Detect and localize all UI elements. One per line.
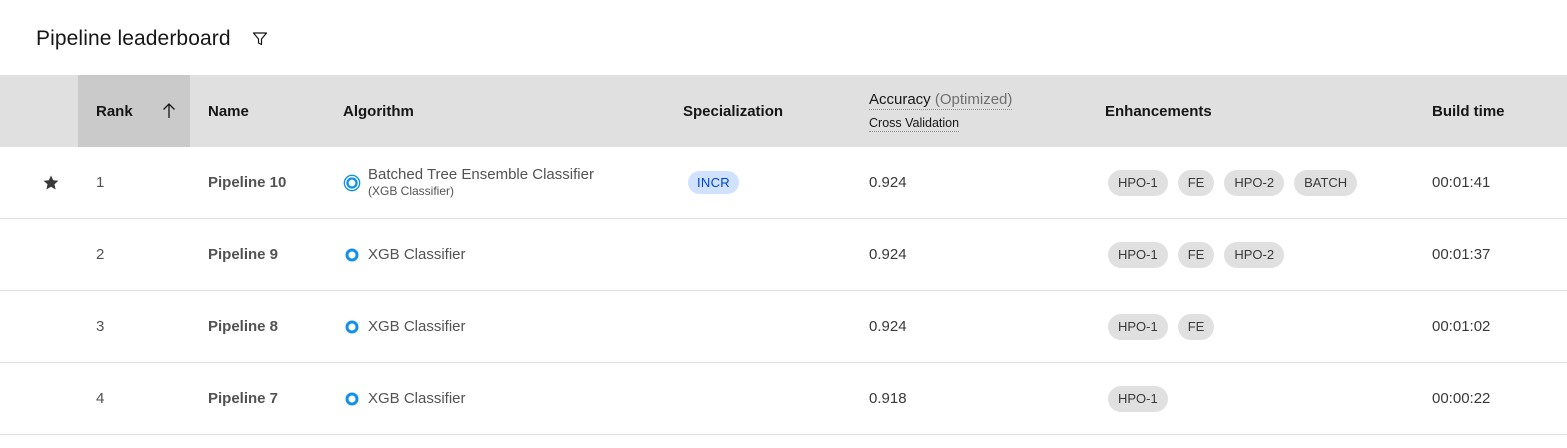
algorithm-name: Batched Tree Ensemble Classifier [368,165,594,183]
column-header-rank[interactable]: Rank [78,75,190,147]
algorithm-icon [343,318,361,336]
accuracy-qualifier: (Optimized) [934,90,1013,108]
page-title: Pipeline leaderboard [36,27,231,50]
column-header-enhancements-label: Enhancements [1105,102,1212,120]
star-icon [42,147,60,218]
algorithm-icon [343,390,361,408]
enhancement-tag: HPO-2 [1224,169,1285,196]
cross-validation-label[interactable]: Cross Validation [869,116,960,132]
rank-value: 3 [96,318,105,335]
algorithm-subtitle: (XGB Classifier) [368,183,455,198]
algorithm-name: XGB Classifier [368,318,466,335]
algorithm-cell: XGB Classifier [343,219,466,290]
enhancement-tag: HPO-1 [1108,241,1168,268]
build-time-value: 00:01:37 [1432,246,1491,263]
specialization-tag: INCR [688,171,739,194]
column-header-rank-label: Rank [96,102,133,120]
algorithm-icon [343,246,361,264]
table-row[interactable]: 3 Pipeline 8 XGB Classifier 0.924 HPO-1 … [0,291,1567,363]
enhancement-tag: BATCH [1294,169,1358,196]
table-row[interactable]: 1 Pipeline 10 Batched Tree Ensemble Clas… [0,147,1567,219]
algorithm-cell: XGB Classifier [343,363,466,434]
build-time-value: 00:01:41 [1432,174,1491,191]
arrow-up-icon[interactable] [160,102,178,120]
algorithm-name: XGB Classifier [368,390,466,407]
filter-icon[interactable] [251,30,269,48]
table-row[interactable]: 2 Pipeline 9 XGB Classifier 0.924 HPO-1 … [0,219,1567,291]
algorithm-name: XGB Classifier [368,246,466,263]
enhancement-tag: HPO-1 [1108,169,1168,196]
enhancements-cell: HPO-1 FE HPO-2 [1108,219,1285,290]
leaderboard-table: Rank Name Algorithm Specialization Accur… [0,75,1567,435]
column-header-accuracy[interactable]: Accuracy (Optimized) Cross Validation [869,75,1013,147]
column-header-name-label: Name [208,102,249,120]
rank-value: 4 [96,390,105,407]
column-header-build-time[interactable]: Build time [1432,75,1505,147]
column-header-specialization-label: Specialization [683,102,784,120]
table-header: Rank Name Algorithm Specialization Accur… [0,75,1567,147]
accuracy-metric-label[interactable]: Accuracy (Optimized) [869,90,1013,110]
pipeline-name[interactable]: Pipeline 7 [208,363,278,434]
pipeline-name[interactable]: Pipeline 8 [208,291,278,362]
enhancement-tag: HPO-2 [1224,241,1285,268]
pipeline-name[interactable]: Pipeline 10 [208,147,286,218]
enhancement-tag: FE [1177,313,1215,340]
column-header-specialization[interactable]: Specialization [683,75,783,147]
enhancement-tag: HPO-1 [1108,313,1168,340]
enhancement-tag: FE [1177,169,1215,196]
leaderboard-header: Pipeline leaderboard [36,24,269,54]
enhancements-cell: HPO-1 [1108,363,1168,434]
build-time-value: 00:00:22 [1432,390,1491,407]
enhancements-cell: HPO-1 FE HPO-2 BATCH [1108,147,1358,218]
specialization-cell: INCR [688,147,739,218]
column-header-algorithm-label: Algorithm [343,102,414,120]
column-header-build-time-label: Build time [1432,102,1505,120]
accuracy-value: 0.924 [869,318,907,335]
rank-value: 2 [96,246,105,263]
column-header-name[interactable]: Name [208,75,249,147]
enhancement-tag: HPO-1 [1108,385,1168,412]
enhancements-cell: HPO-1 FE [1108,291,1215,362]
algorithm-selected-icon [343,174,361,192]
pipeline-name[interactable]: Pipeline 9 [208,219,278,290]
accuracy-value: 0.918 [869,390,907,407]
column-header-algorithm[interactable]: Algorithm [343,75,414,147]
build-time-value: 00:01:02 [1432,318,1491,335]
accuracy-label: Accuracy [869,90,931,108]
accuracy-value: 0.924 [869,246,907,263]
algorithm-cell: Batched Tree Ensemble Classifier (XGB Cl… [343,147,594,218]
accuracy-value: 0.924 [869,174,907,191]
table-row[interactable]: 4 Pipeline 7 XGB Classifier 0.918 HPO-1 … [0,363,1567,435]
rank-value: 1 [96,174,105,191]
enhancement-tag: FE [1177,241,1215,268]
algorithm-cell: XGB Classifier [343,291,466,362]
column-header-enhancements[interactable]: Enhancements [1105,75,1212,147]
